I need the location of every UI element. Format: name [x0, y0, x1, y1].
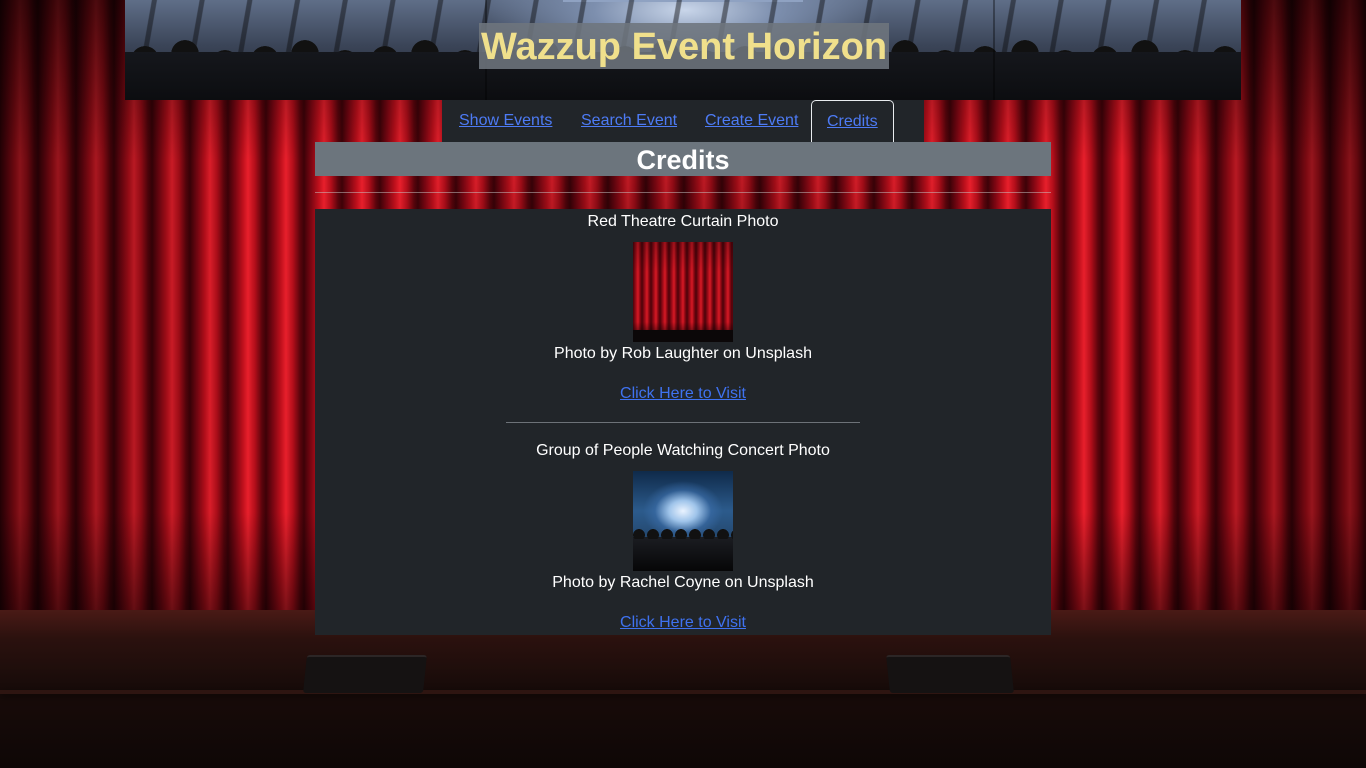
credit-link-row: Click Here to Visit: [315, 614, 1051, 632]
red-curtain-thumbnail-icon: [633, 242, 733, 342]
banner-seam: [993, 0, 995, 100]
nav-tabs: Show Events Search Event Create Event Cr…: [442, 100, 924, 142]
tab-show-events[interactable]: Show Events: [459, 100, 552, 142]
heading-divider: [315, 192, 1051, 193]
tab-search-event[interactable]: Search Event: [581, 100, 677, 142]
concert-crowd-thumbnail-icon: [633, 471, 733, 571]
site-title: Wazzup Event Horizon: [479, 23, 890, 69]
credit-link-row: Click Here to Visit: [315, 385, 1051, 403]
credit-divider: [506, 422, 860, 423]
credit-author: Photo by Rachel Coyne on Unsplash: [552, 574, 814, 591]
stage-monitor-left: [303, 655, 427, 693]
visit-link[interactable]: Click Here to Visit: [620, 614, 746, 631]
tab-credits[interactable]: Credits: [811, 100, 894, 142]
page-title: Credits: [315, 142, 1051, 176]
thumbnail-stage: [633, 330, 733, 342]
credits-panel: Red Theatre Curtain Photo Photo by Rob L…: [315, 209, 1051, 635]
stage-monitor-right: [886, 655, 1014, 693]
thumbnail-crowd: [633, 527, 733, 571]
credit-title: Group of People Watching Concert Photo: [536, 442, 830, 459]
visit-link[interactable]: Click Here to Visit: [620, 385, 746, 402]
tab-create-event[interactable]: Create Event: [705, 100, 798, 142]
credit-author: Photo by Rob Laughter on Unsplash: [554, 345, 812, 362]
stage-edge: [0, 690, 1366, 694]
credit-title: Red Theatre Curtain Photo: [587, 213, 779, 230]
